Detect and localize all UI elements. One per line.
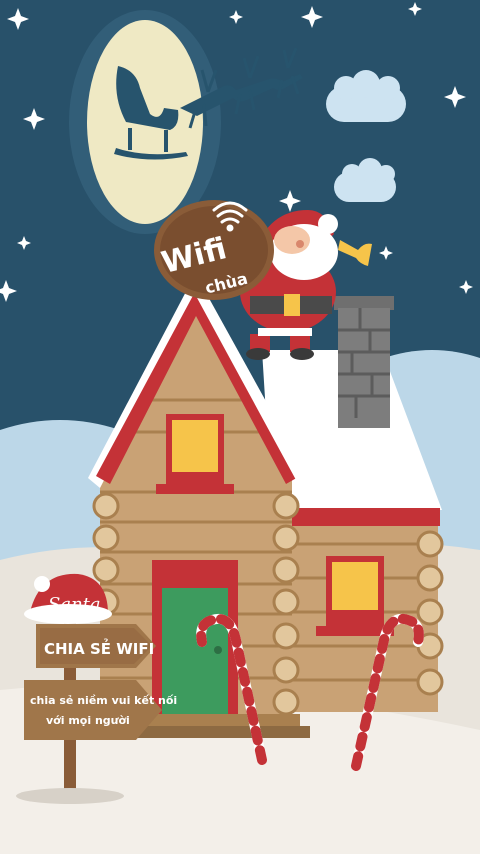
christmas-scene: Wifi chùa Santa CHIA SẺ WIFI chia sẻ niề…: [0, 0, 480, 854]
sign-arrow-2: [24, 680, 162, 740]
roof-trim-right: [288, 508, 440, 526]
wifi-badge: Wifi chùa: [154, 200, 274, 300]
sign-arrow-2-line2: với mọi người: [46, 714, 130, 727]
step: [130, 726, 310, 738]
sign-arrow-1-label: CHIA SẺ WIFI: [44, 637, 154, 658]
chimney-icon: [334, 296, 394, 428]
sign-arrow-2-line1: chia sẻ niềm vui kết nối: [30, 694, 177, 707]
step: [140, 714, 300, 726]
signpost-logo: Santa: [48, 594, 101, 615]
door-icon: [152, 560, 238, 716]
